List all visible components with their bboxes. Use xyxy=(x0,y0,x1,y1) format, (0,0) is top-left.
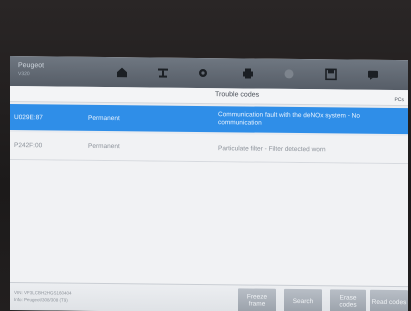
empty-list-area xyxy=(10,160,408,291)
home-icon[interactable] xyxy=(115,65,129,79)
save-icon[interactable] xyxy=(324,67,338,81)
vehicle-lift-icon[interactable] xyxy=(156,66,170,80)
dtc-status: Permanent xyxy=(88,142,120,151)
dtc-code: U029E:87 xyxy=(14,114,43,122)
table-title: Trouble codes xyxy=(215,91,260,99)
dtc-description: Communication fault with the deNOx syste… xyxy=(218,111,360,127)
vehicle-make: Peugeot xyxy=(18,62,45,70)
screen: Peugeot V320 Trouble codes PCs U029E:87 xyxy=(10,56,408,311)
message-icon[interactable] xyxy=(366,68,380,82)
top-toolbar: Peugeot V320 xyxy=(10,56,408,91)
info-text: Info: Peugeot/308/308 (T9) xyxy=(14,297,68,303)
gear-icon[interactable] xyxy=(196,66,210,80)
count-unit: PCs xyxy=(394,97,404,104)
table-row[interactable]: P242F:00 Permanent Particulate filter - … xyxy=(10,132,408,165)
freeze-frame-button[interactable]: Freeze frame xyxy=(238,288,276,311)
dtc-description: Particulate filter - Filter detected wor… xyxy=(218,145,326,154)
record-icon[interactable] xyxy=(282,67,296,81)
read-codes-button[interactable]: Read codes xyxy=(370,289,408,311)
table-row[interactable]: U029E:87 Permanent Communication fault w… xyxy=(10,104,408,135)
printer-icon[interactable] xyxy=(241,66,255,80)
erase-codes-button[interactable]: Erase codes xyxy=(330,289,366,311)
search-button[interactable]: Search xyxy=(284,288,322,311)
vehicle-details: VIN: VF3LCBH2HGS160404 Info: Peugeot/308… xyxy=(14,289,72,304)
table-header: Trouble codes PCs xyxy=(10,86,408,107)
vehicle-model: V320 xyxy=(18,71,30,78)
vehicle-info: Peugeot V320 xyxy=(18,62,44,78)
bottom-bar: VIN: VF3LCBH2HGS160404 Info: Peugeot/308… xyxy=(10,282,408,311)
dtc-code: P242F:00 xyxy=(14,142,43,150)
dtc-status: Permanent xyxy=(88,114,120,123)
